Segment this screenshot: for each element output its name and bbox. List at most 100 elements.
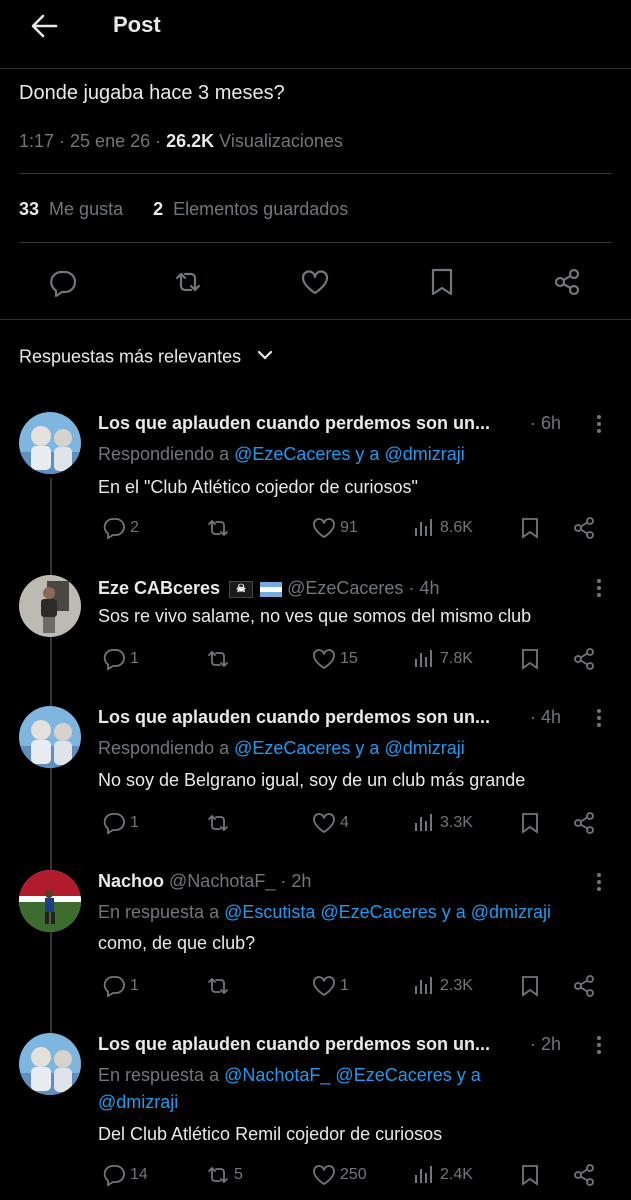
reply-mentions[interactable]: @EzeCaceres y a @dmizraji xyxy=(234,444,465,464)
reply-time: · 6h xyxy=(530,413,562,433)
bookmark-icon[interactable] xyxy=(518,1163,546,1187)
share-icon[interactable] xyxy=(572,811,600,835)
bookmark-icon[interactable] xyxy=(427,267,457,297)
header-divider xyxy=(0,68,631,69)
views-count: 26.2K xyxy=(166,131,215,151)
bookmark-icon[interactable] xyxy=(518,811,546,835)
reply-author-name[interactable]: Eze CABceres xyxy=(98,578,220,598)
like-count: 91 xyxy=(340,519,358,536)
argentina-flag-icon xyxy=(260,581,283,597)
stats-divider xyxy=(19,242,612,243)
more-icon[interactable] xyxy=(596,578,602,598)
reply-author-name[interactable]: Los que aplauden cuando perdemos son un.… xyxy=(98,413,490,434)
reply-text: No soy de Belgrano igual, soy de un club… xyxy=(98,770,526,790)
reply-count: 1 xyxy=(130,977,139,994)
reply-context: Respondiendo a @EzeCaceres y a @dmizraji xyxy=(98,738,465,759)
saves-label[interactable]: Elementos guardados xyxy=(173,199,348,219)
reply-time: · 2h xyxy=(280,871,312,891)
views-count: 2.3K xyxy=(440,977,473,994)
bookmark-icon[interactable] xyxy=(518,516,546,540)
reply-text: Sos re vivo salame, no ves que somos del… xyxy=(98,606,532,626)
more-icon[interactable] xyxy=(596,708,602,728)
reply-button[interactable]: 2 xyxy=(102,516,139,540)
sort-dropdown[interactable]: Respuestas más relevantes xyxy=(19,346,274,369)
like-count: 15 xyxy=(340,650,358,667)
reply-author-name[interactable]: Los que aplauden cuando perdemos son un.… xyxy=(98,1034,490,1055)
repost-button[interactable] xyxy=(206,647,234,671)
reply-time: · 4h xyxy=(530,707,562,727)
avatar[interactable] xyxy=(19,870,81,932)
repost-button[interactable] xyxy=(206,516,234,540)
reply-button[interactable]: 14 xyxy=(102,1163,148,1187)
avatar[interactable] xyxy=(19,706,81,768)
reply-text: como, de que club? xyxy=(98,933,256,953)
back-arrow-icon[interactable] xyxy=(30,12,58,40)
views-button[interactable]: 7.8K xyxy=(412,647,473,671)
share-icon[interactable] xyxy=(572,647,600,671)
reply-mentions[interactable]: @EzeCaceres y a @dmizraji xyxy=(234,738,465,758)
more-icon[interactable] xyxy=(596,414,602,434)
like-button[interactable]: 250 xyxy=(312,1163,367,1187)
post-time: 1:17 · 25 ene 26 · xyxy=(19,131,167,151)
reply-prefix: En respuesta a xyxy=(98,902,225,922)
avatar[interactable] xyxy=(19,412,81,474)
share-icon[interactable] xyxy=(552,267,582,297)
reply-button[interactable]: 1 xyxy=(102,647,139,671)
likes-label[interactable]: Me gusta xyxy=(49,199,123,219)
meta-divider xyxy=(19,173,612,174)
likes-count[interactable]: 33 xyxy=(19,199,39,219)
reply-text: Del Club Atlético Remil cojedor de curio… xyxy=(98,1124,443,1144)
like-count: 4 xyxy=(340,814,349,831)
repost-button[interactable] xyxy=(206,974,234,998)
share-icon[interactable] xyxy=(572,1163,600,1187)
reply-mentions[interactable]: @Escutista @EzeCaceres y a @dmizraji xyxy=(224,902,551,922)
views-count: 7.8K xyxy=(440,650,473,667)
views-button[interactable]: 3.3K xyxy=(412,811,473,835)
repost-count: 5 xyxy=(234,1166,243,1183)
reply-count: 1 xyxy=(130,650,139,667)
reply-author[interactable]: Nachoo @NachotaF_ · 2h xyxy=(98,871,311,892)
like-button[interactable]: 4 xyxy=(312,811,349,835)
reply-count: 1 xyxy=(130,814,139,831)
reply-icon[interactable] xyxy=(48,267,78,298)
saves-count[interactable]: 2 xyxy=(153,199,163,219)
like-button[interactable]: 91 xyxy=(312,516,358,540)
post-stats: 33 Me gusta 2 Elementos guardados xyxy=(19,199,348,220)
pirate-flag-icon: ☠ xyxy=(229,580,254,598)
avatar[interactable] xyxy=(19,1033,81,1095)
repost-button[interactable]: 5 xyxy=(206,1163,243,1187)
more-icon[interactable] xyxy=(596,1035,602,1055)
bookmark-icon[interactable] xyxy=(518,647,546,671)
reply-mentions-continued[interactable]: @dmizraji xyxy=(98,1092,178,1113)
views-button[interactable]: 2.4K xyxy=(412,1163,473,1187)
post-meta: 1:17 · 25 ene 26 · 26.2K Visualizaciones xyxy=(19,131,343,152)
repost-icon[interactable] xyxy=(173,267,203,297)
bookmark-icon[interactable] xyxy=(518,974,546,998)
reply-author-name[interactable]: Los que aplauden cuando perdemos son un.… xyxy=(98,707,490,728)
reply-author-name[interactable]: Nachoo xyxy=(98,871,164,891)
share-icon[interactable] xyxy=(572,974,600,998)
reply-mentions[interactable]: @NachotaF_ @EzeCaceres y a xyxy=(224,1065,481,1085)
more-icon[interactable] xyxy=(596,872,602,892)
views-label: Visualizaciones xyxy=(214,131,343,151)
reply-handle[interactable]: @NachotaF_ xyxy=(169,871,275,891)
reply-button[interactable]: 1 xyxy=(102,974,139,998)
share-icon[interactable] xyxy=(572,516,600,540)
views-count: 3.3K xyxy=(440,814,473,831)
sort-label: Respuestas más relevantes xyxy=(19,346,242,367)
like-icon[interactable] xyxy=(300,267,330,297)
like-button[interactable]: 15 xyxy=(312,647,358,671)
repost-button[interactable] xyxy=(206,811,234,835)
views-button[interactable]: 2.3K xyxy=(412,974,473,998)
views-button[interactable]: 8.6K xyxy=(412,516,473,540)
reply-count: 14 xyxy=(130,1166,148,1183)
avatar[interactable] xyxy=(19,575,81,637)
reply-context: Respondiendo a @EzeCaceres y a @dmizraji xyxy=(98,444,465,465)
reply-count: 2 xyxy=(130,519,139,536)
reply-context: En respuesta a @NachotaF_ @EzeCaceres y … xyxy=(98,1065,481,1086)
reply-button[interactable]: 1 xyxy=(102,811,139,835)
reply-handle[interactable]: @EzeCaceres xyxy=(287,578,403,598)
like-button[interactable]: 1 xyxy=(312,974,349,998)
reply-author[interactable]: Eze CABceres ☠ @EzeCaceres · 4h xyxy=(98,578,439,599)
like-count: 1 xyxy=(340,977,349,994)
